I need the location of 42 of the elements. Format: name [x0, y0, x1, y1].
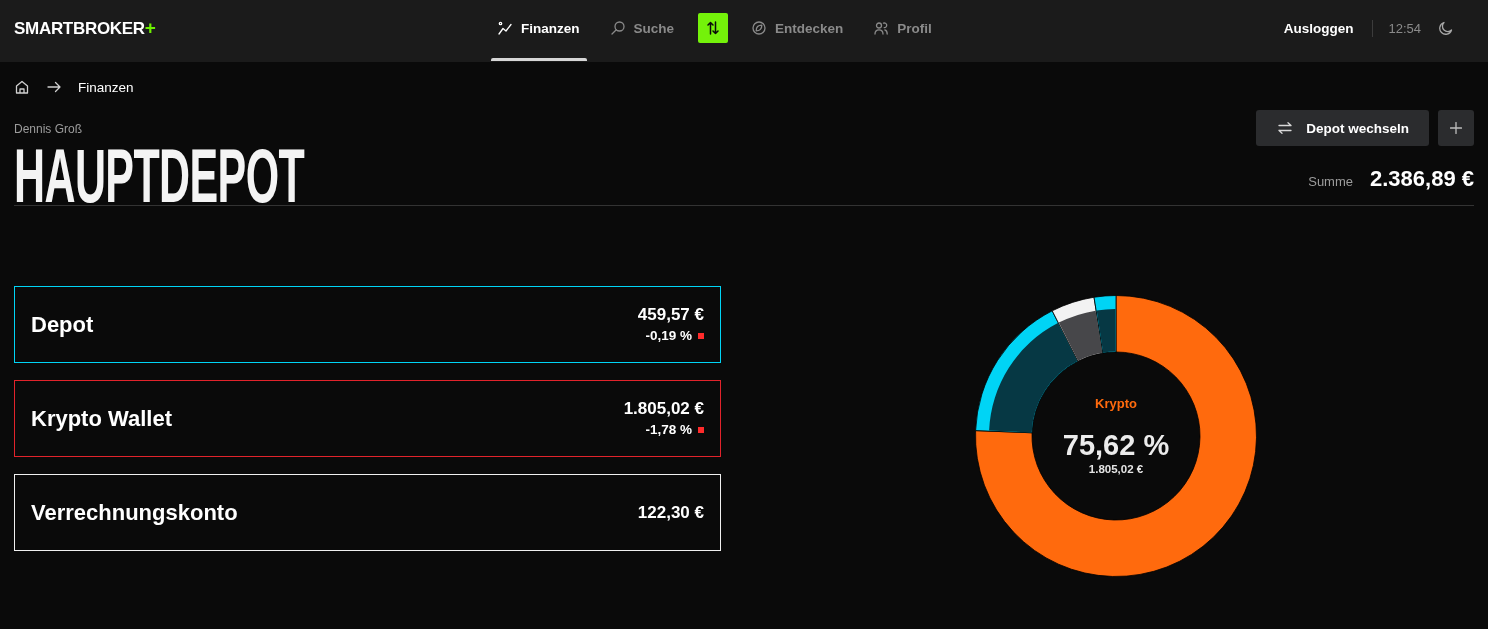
plus-icon — [1450, 122, 1462, 134]
home-icon[interactable] — [15, 80, 29, 94]
segment-percent: 75,62 % — [1062, 428, 1170, 462]
users-icon — [874, 21, 889, 35]
account-name: Krypto Wallet — [31, 405, 172, 432]
clock-time: 12:54 — [1388, 20, 1421, 36]
donut-slice[interactable] — [975, 295, 1257, 577]
compass-icon — [752, 21, 767, 35]
search-icon — [610, 21, 625, 35]
nav-tab[interactable]: Entdecken — [745, 0, 851, 62]
logo[interactable]: SMARTBROKER+ — [14, 17, 156, 39]
swap-arrows-icon — [1278, 122, 1293, 134]
breadcrumb-current: Finanzen — [78, 79, 134, 95]
segment-label: Krypto — [1095, 396, 1137, 412]
account-name: Verrechnungskonto — [31, 499, 238, 526]
account-card[interactable]: Krypto Wallet 1.805,02 € -1,78 % — [14, 380, 721, 457]
switch-depot-button[interactable]: Depot wechseln — [1256, 110, 1429, 146]
moon-icon[interactable] — [1439, 21, 1453, 35]
account-name: Depot — [31, 311, 94, 338]
account-balance: 459,57 € — [637, 304, 704, 326]
total-label: Summe — [1308, 173, 1353, 191]
trend-icon — [498, 21, 512, 35]
segment-amount: 1.805,02 € — [1088, 462, 1144, 476]
account-balance: 1.805,02 € — [623, 398, 704, 420]
nav-tab[interactable]: Suche — [603, 0, 682, 62]
trade-button[interactable] — [698, 13, 729, 43]
account-balance: 122,30 € — [637, 501, 704, 524]
owner-name: Dennis Groß — [14, 121, 83, 137]
account-card[interactable]: Depot 459,57 € -0,19 % — [14, 286, 721, 363]
add-button[interactable] — [1438, 110, 1474, 146]
nav-tab[interactable]: Profil — [867, 0, 939, 62]
depot-title: HAUPTDEPOT — [14, 147, 305, 205]
up-down-arrows-icon — [707, 21, 720, 35]
account-change: -1,78 % — [645, 421, 692, 439]
nav-tab[interactable]: Finanzen — [491, 0, 587, 62]
account-change: -0,19 % — [645, 327, 692, 345]
account-card[interactable]: Verrechnungskonto 122,30 € — [14, 474, 721, 551]
donut-slice[interactable] — [1093, 295, 1117, 354]
total-amount: 2.386,89 € — [1370, 166, 1474, 192]
donut-slice[interactable] — [975, 310, 1079, 434]
logout-button[interactable]: Ausloggen — [1283, 20, 1354, 36]
arrow-right-icon — [47, 80, 61, 94]
